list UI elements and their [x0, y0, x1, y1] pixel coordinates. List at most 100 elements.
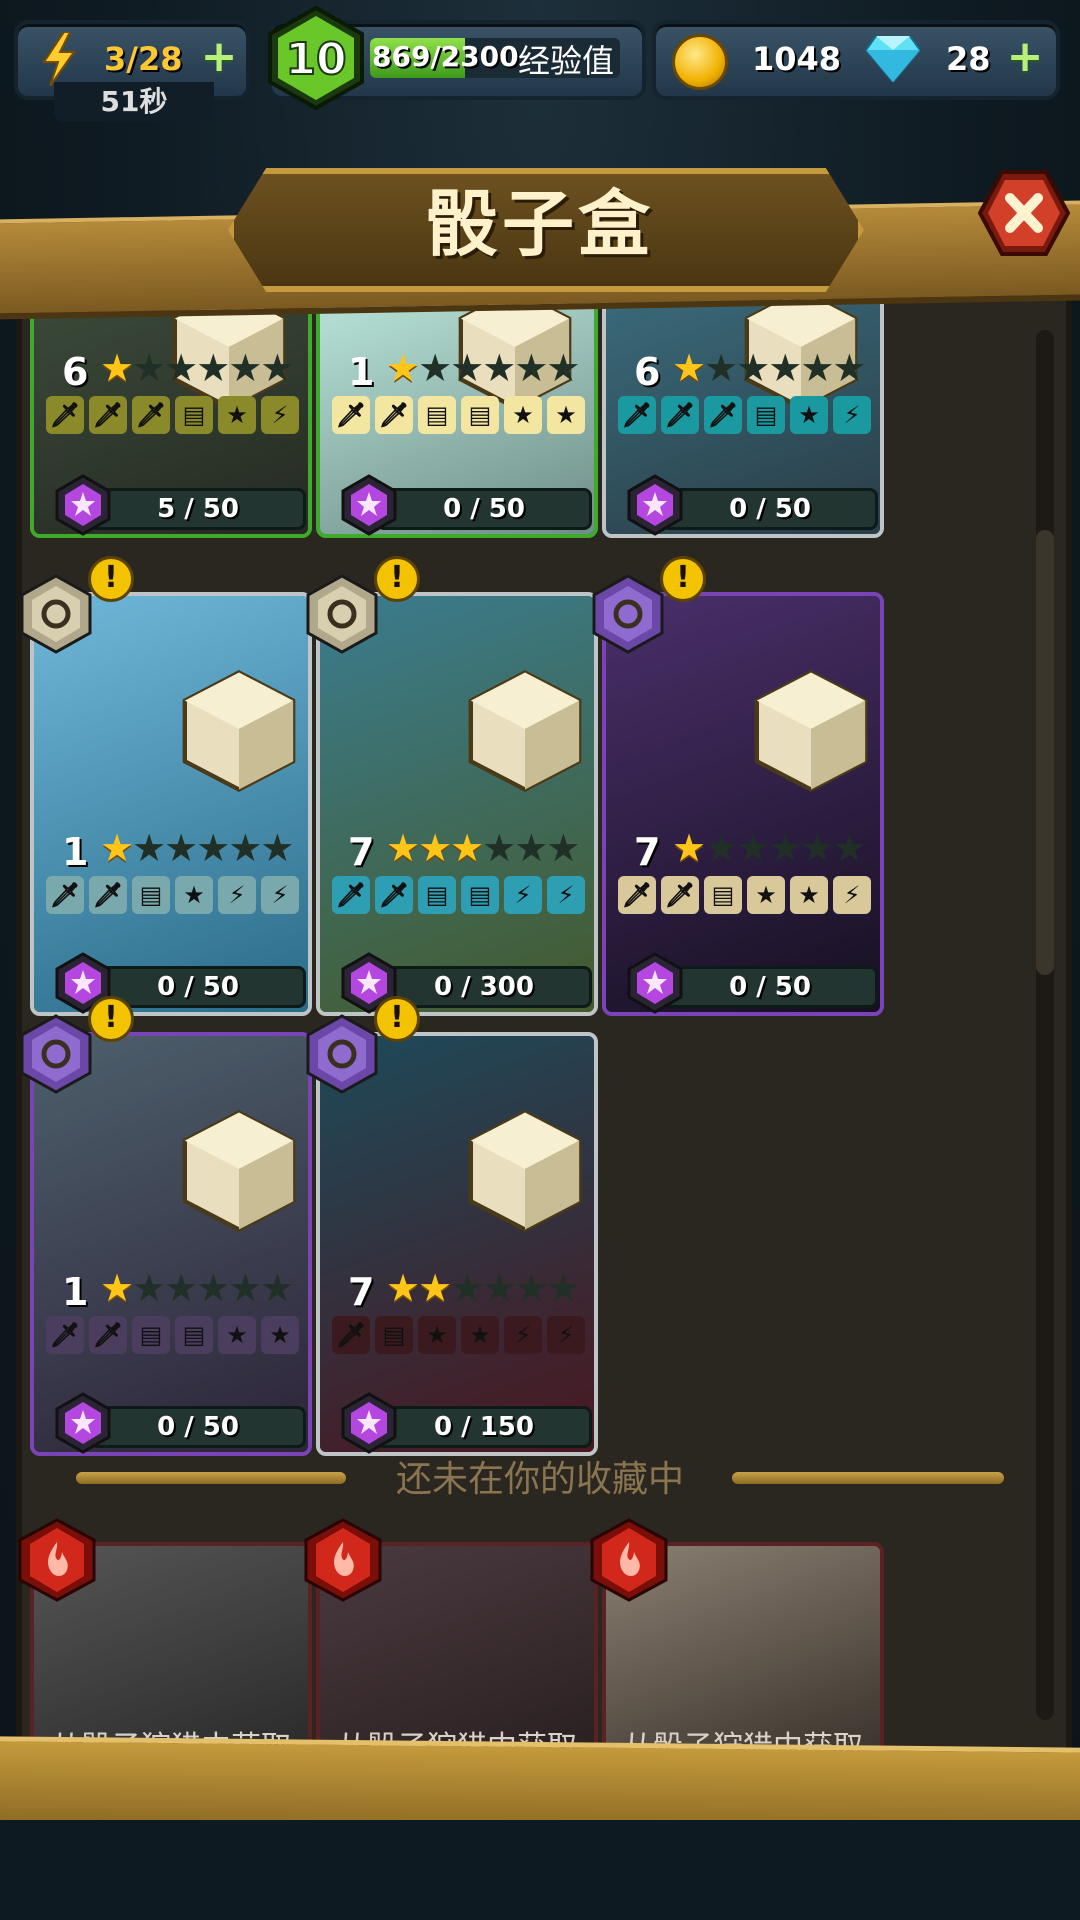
fire-element-badge — [304, 1518, 382, 1602]
star-icon: ★ — [164, 1266, 198, 1310]
card-artwork — [34, 1036, 308, 1452]
card-level: 7 — [634, 830, 661, 874]
purple-gem-icon — [627, 952, 683, 1014]
star-icon: ★ — [132, 826, 166, 870]
card-level: 7 — [348, 830, 375, 874]
star-icon: ★ — [736, 826, 770, 870]
star-icon: ★ — [482, 1266, 516, 1310]
gem-plus-button[interactable]: + — [1006, 35, 1044, 79]
alert-icon: ! — [660, 556, 706, 602]
card-level: 1 — [62, 1270, 89, 1314]
dice-face-icon: 🗡 — [89, 1316, 127, 1354]
star-icon: ★ — [228, 346, 262, 390]
star-icon: ★ — [800, 346, 834, 390]
dice-face-icon: ★ — [418, 1316, 456, 1354]
dice-face-icon: ⚡ — [547, 876, 585, 914]
dice-face-icon: ▤ — [132, 1316, 170, 1354]
dice-face-icon: ▤ — [461, 396, 499, 434]
fire-element-badge — [590, 1518, 668, 1602]
card-artwork — [606, 596, 880, 1012]
dice-face-icon: 🗡 — [375, 396, 413, 434]
dice-face-icon: 🗡 — [618, 396, 656, 434]
dice-face-icon: ★ — [747, 876, 785, 914]
dice-face-icon: 🗡 — [661, 396, 699, 434]
card-artwork — [320, 596, 594, 1012]
dice-face-icon: ▤ — [175, 1316, 213, 1354]
alert-icon: ! — [374, 556, 420, 602]
level-badge: 10 — [268, 6, 364, 110]
card-progress: 0 / 50 — [662, 966, 878, 1008]
void-element-badge — [20, 1014, 92, 1094]
dice-face-icon: 🗡 — [46, 396, 84, 434]
dice-face-icon: ★ — [461, 1316, 499, 1354]
dice-face-icon: ★ — [547, 396, 585, 434]
gem-value: 28 — [946, 40, 991, 78]
dice-face-icon: 🗡 — [332, 876, 370, 914]
dice-face-icon: 🗡 — [89, 396, 127, 434]
star-icon: ★ — [228, 1266, 262, 1310]
coin-icon — [672, 34, 728, 90]
dice-face-icon: ▤ — [704, 876, 742, 914]
card-progress: 5 / 50 — [90, 488, 306, 530]
dice-face-icon: ★ — [261, 1316, 299, 1354]
star-icon: ★ — [800, 826, 834, 870]
star-icon: ★ — [100, 826, 134, 870]
xp-label: 经验值 — [518, 42, 615, 80]
card-level: 1 — [348, 350, 375, 394]
dice-face-icon: 🗡 — [46, 1316, 84, 1354]
bottom-area — [0, 1820, 1080, 1920]
star-icon: ★ — [386, 1266, 420, 1310]
dice-face-icon: ⚡ — [261, 396, 299, 434]
star-icon: ★ — [450, 826, 484, 870]
void-element-badge — [306, 1014, 378, 1094]
star-icon: ★ — [228, 826, 262, 870]
dice-faces: 🗡 🗡 ▤ ▤ ★ ★ — [332, 396, 585, 434]
star-icon: ★ — [260, 1266, 294, 1310]
card-level: 1 — [62, 830, 89, 874]
page-title: 骰子盒 — [425, 182, 654, 266]
star-icon: ★ — [672, 826, 706, 870]
star-icon: ★ — [768, 346, 802, 390]
fire-element-badge — [18, 1518, 96, 1602]
star-icon: ★ — [132, 1266, 166, 1310]
star-icon: ★ — [260, 826, 294, 870]
star-icon: ★ — [704, 346, 738, 390]
alert-icon: ! — [374, 996, 420, 1042]
star-icon: ★ — [546, 826, 580, 870]
close-button[interactable] — [978, 170, 1070, 256]
star-icon: ★ — [418, 1266, 452, 1310]
dice-face-icon: ★ — [504, 396, 542, 434]
dice-faces: 🗡 ▤ ★ ★ ⚡ ⚡ — [332, 1316, 585, 1354]
star-icon: ★ — [546, 346, 580, 390]
dice-face-icon: ★ — [218, 1316, 256, 1354]
scrollbar-thumb[interactable] — [1036, 530, 1054, 975]
star-rating: ★★★★★★ — [100, 1266, 294, 1310]
dice-icon — [754, 670, 868, 792]
star-rating: ★★★★★★ — [100, 346, 294, 390]
dice-icon — [182, 670, 296, 792]
currency-panel: 1048 28 + — [652, 20, 1060, 100]
card-progress: 0 / 50 — [662, 488, 878, 530]
star-icon: ★ — [386, 346, 420, 390]
dice-face-icon: 🗡 — [132, 396, 170, 434]
dice-face-icon: 🗡 — [332, 1316, 370, 1354]
dice-face-icon: 🗡 — [661, 876, 699, 914]
star-icon: ★ — [546, 1266, 580, 1310]
star-icon: ★ — [164, 346, 198, 390]
dice-icon — [468, 670, 582, 792]
dice-faces: 🗡 🗡 🗡 ▤ ★ ⚡ — [618, 396, 871, 434]
energy-plus-button[interactable]: + — [200, 35, 238, 79]
dice-faces: 🗡 🗡 ▤ ★ ⚡ ⚡ — [46, 876, 299, 914]
not-in-collection-label: 还未在你的收藏中 — [395, 1459, 684, 1500]
card-level: 7 — [348, 1270, 375, 1314]
star-icon: ★ — [832, 826, 866, 870]
dice-face-icon: ★ — [218, 396, 256, 434]
star-icon: ★ — [736, 346, 770, 390]
star-icon: ★ — [450, 346, 484, 390]
star-icon: ★ — [100, 1266, 134, 1310]
star-icon: ★ — [164, 826, 198, 870]
dice-face-icon: ▤ — [418, 876, 456, 914]
dice-faces: 🗡 🗡 ▤ ★ ★ ⚡ — [618, 876, 871, 914]
wind-element-badge — [306, 574, 378, 654]
star-icon: ★ — [196, 346, 230, 390]
